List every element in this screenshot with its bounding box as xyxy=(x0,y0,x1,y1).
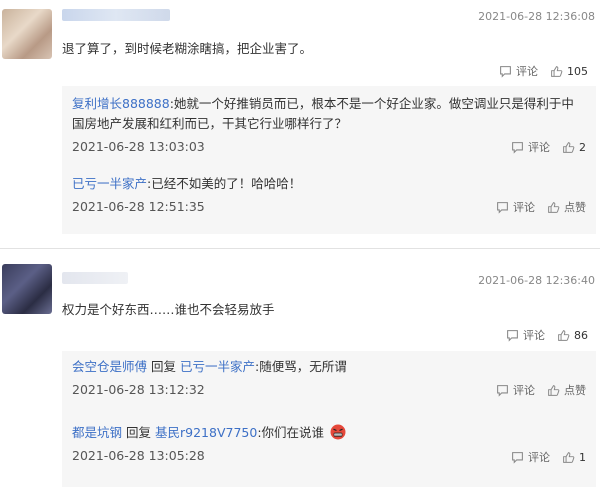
thumbs-up-icon xyxy=(563,451,575,463)
comment-label: 评论 xyxy=(513,384,535,397)
comment-bubble-icon xyxy=(507,329,518,342)
reply-text: 已亏一半家产:已经不如美的了！哈哈哈！ xyxy=(72,174,586,194)
comment-button[interactable]: 评论 xyxy=(499,63,538,79)
username-redacted[interactable] xyxy=(62,9,170,21)
comment-content: 退了算了，到时候老糊涂瞎搞，把企业害了。 xyxy=(62,41,313,56)
comment-bubble-icon xyxy=(500,65,511,78)
reply-actions: 评论 1 xyxy=(499,449,586,465)
like-button[interactable]: 1 xyxy=(562,451,586,464)
reply-text: 会空仓是师傅 回复 已亏一半家产:随便骂，无所谓 xyxy=(72,357,586,377)
reply-target-username[interactable]: 已亏一半家产 xyxy=(180,359,255,374)
comment-bubble-icon xyxy=(512,141,523,154)
comment-button[interactable]: 评论 xyxy=(496,382,535,398)
reply-item: 都是坑钢 回复 基民r9218V7750:你们在说谁 2021-06-28 13… xyxy=(72,423,586,465)
comment-item: 2021-06-28 12:36:40 权力是个好东西……谁也不会轻易放手 评论… xyxy=(0,255,600,487)
reply-item: 复利增长888888:她就一个好推销员而已，根本不是一个好企业家。做空调业只是得… xyxy=(72,94,586,154)
reply-item: 已亏一半家产:已经不如美的了！哈哈哈！ 2021-06-28 12:51:35 … xyxy=(72,174,586,214)
like-button[interactable]: 86 xyxy=(557,329,588,342)
like-button[interactable]: 点赞 xyxy=(547,199,586,215)
like-button[interactable]: 2 xyxy=(562,141,586,154)
comment-label: 评论 xyxy=(528,141,550,154)
reply-actions: 评论 点赞 xyxy=(484,382,586,398)
avatar[interactable] xyxy=(2,264,52,314)
comment-button[interactable]: 评论 xyxy=(496,199,535,215)
comment-divider xyxy=(0,248,600,249)
avatar[interactable] xyxy=(2,9,52,59)
thumbs-up-icon xyxy=(563,141,575,153)
thumbs-up-icon xyxy=(551,65,563,77)
reply-username[interactable]: 都是坑钢 xyxy=(72,425,122,440)
like-button[interactable]: 105 xyxy=(550,65,588,78)
comment-button[interactable]: 评论 xyxy=(511,139,550,155)
reply-word: 回复 xyxy=(126,425,152,440)
angry-face-emoji-icon xyxy=(330,424,346,440)
comment-button[interactable]: 评论 xyxy=(511,449,550,465)
comment-label: 评论 xyxy=(523,329,545,342)
comment-actions: 评论 86 xyxy=(494,327,588,343)
comment-bubble-icon xyxy=(512,451,523,464)
like-label: 点赞 xyxy=(564,201,586,214)
comment-time: 2021-06-28 12:36:40 xyxy=(478,274,595,287)
comment-time: 2021-06-28 12:36:08 xyxy=(478,10,595,23)
reply-actions: 评论 2 xyxy=(499,139,586,155)
comment-actions: 评论 105 xyxy=(487,63,588,79)
reply-text: 复利增长888888:她就一个好推销员而已，根本不是一个好企业家。做空调业只是得… xyxy=(72,94,586,134)
comment-bubble-icon xyxy=(497,201,508,214)
reply-list: 会空仓是师傅 回复 已亏一半家产:随便骂，无所谓 2021-06-28 13:1… xyxy=(62,351,596,487)
username-redacted[interactable] xyxy=(62,272,128,284)
like-label: 点赞 xyxy=(564,384,586,397)
thumbs-up-icon xyxy=(548,384,560,396)
thumbs-up-icon xyxy=(558,329,570,341)
reply-item: 会空仓是师傅 回复 已亏一半家产:随便骂，无所谓 2021-06-28 13:1… xyxy=(72,357,586,397)
reply-content: :你们在说谁 xyxy=(257,425,325,440)
comment-button[interactable]: 评论 xyxy=(506,327,545,343)
reply-list: 复利增长888888:她就一个好推销员而已，根本不是一个好企业家。做空调业只是得… xyxy=(62,86,596,234)
like-count: 2 xyxy=(579,140,586,154)
comment-feed: 2021-06-28 12:36:08 退了算了，到时候老糊涂瞎搞，把企业害了。… xyxy=(0,0,600,487)
like-count: 86 xyxy=(574,328,588,342)
comment-label: 评论 xyxy=(516,65,538,78)
like-count: 105 xyxy=(567,64,588,78)
reply-username[interactable]: 会空仓是师傅 xyxy=(72,359,147,374)
reply-content: :随便骂，无所谓 xyxy=(255,359,347,374)
comment-label: 评论 xyxy=(513,201,535,214)
reply-username[interactable]: 已亏一半家产 xyxy=(72,176,147,191)
comment-item: 2021-06-28 12:36:08 退了算了，到时候老糊涂瞎搞，把企业害了。… xyxy=(0,0,600,246)
reply-target-username[interactable]: 基民r9218V7750 xyxy=(155,425,257,440)
comment-bubble-icon xyxy=(497,384,508,397)
comment-content: 权力是个好东西……谁也不会轻易放手 xyxy=(62,302,275,317)
comment-label: 评论 xyxy=(528,451,550,464)
reply-word: 回复 xyxy=(151,359,177,374)
like-count: 1 xyxy=(579,450,586,464)
reply-username[interactable]: 复利增长888888 xyxy=(72,96,170,111)
reply-actions: 评论 点赞 xyxy=(484,199,586,215)
thumbs-up-icon xyxy=(548,201,560,213)
like-button[interactable]: 点赞 xyxy=(547,382,586,398)
reply-text: 都是坑钢 回复 基民r9218V7750:你们在说谁 xyxy=(72,423,586,443)
reply-content: :已经不如美的了！哈哈哈！ xyxy=(147,176,302,191)
